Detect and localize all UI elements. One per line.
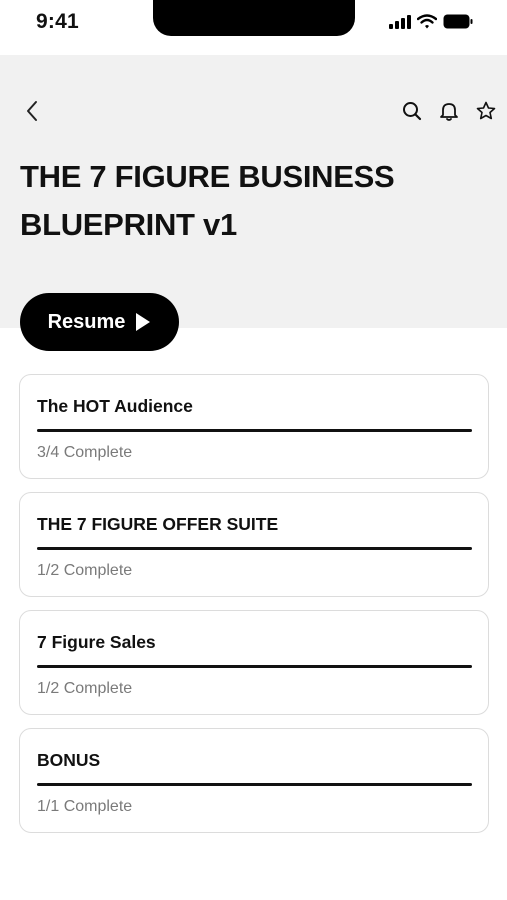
module-card[interactable]: 7 Figure Sales 1/2 Complete <box>19 610 489 715</box>
status-icons <box>389 14 473 34</box>
course-title: THE 7 FIGURE BUSINESS BLUEPRINT v1 <box>20 159 395 242</box>
course-header: THE 7 FIGURE BUSINESS BLUEPRINT v1 <box>0 55 507 328</box>
play-icon <box>136 313 151 331</box>
module-progress-bar <box>37 429 472 432</box>
module-progress-fill <box>37 665 472 668</box>
search-button[interactable] <box>396 99 427 123</box>
module-title: BONUS <box>37 750 101 770</box>
resume-button[interactable]: Resume <box>20 293 179 351</box>
module-card[interactable]: THE 7 FIGURE OFFER SUITE 1/2 Complete <box>19 492 489 597</box>
module-card[interactable]: BONUS 1/1 Complete <box>19 728 489 833</box>
resume-label: Resume <box>47 310 126 333</box>
course-screen: 9:41 THE 7 FIGURE BUSINESS BLUEPRINT v1 … <box>0 0 507 900</box>
favorite-button[interactable] <box>470 99 501 123</box>
module-status: 3/4 Complete <box>37 444 133 461</box>
bell-icon <box>439 102 458 121</box>
chevron-left-icon <box>27 101 37 121</box>
module-status: 1/2 Complete <box>37 680 133 697</box>
notifications-button[interactable] <box>433 99 464 123</box>
device-notch <box>153 0 355 36</box>
signal-icon <box>389 14 411 34</box>
module-title: The HOT Audience <box>37 396 193 416</box>
battery-icon <box>443 14 473 34</box>
module-title: 7 Figure Sales <box>37 632 156 652</box>
back-button[interactable] <box>20 99 44 123</box>
module-progress-fill <box>37 429 472 432</box>
module-status: 1/1 Complete <box>37 798 133 815</box>
status-bar: 9:41 <box>0 0 507 55</box>
module-progress-fill <box>37 783 472 786</box>
wifi-icon <box>416 14 438 34</box>
module-title: THE 7 FIGURE OFFER SUITE <box>37 514 279 534</box>
star-icon <box>476 101 495 120</box>
module-progress-bar <box>37 783 472 786</box>
search-icon <box>402 102 421 121</box>
status-time: 9:41 <box>36 10 79 33</box>
module-card[interactable]: The HOT Audience 3/4 Complete <box>19 374 489 479</box>
module-status: 1/2 Complete <box>37 562 133 579</box>
module-list: The HOT Audience 3/4 Complete THE 7 FIGU… <box>19 374 489 846</box>
module-progress-bar <box>37 665 472 668</box>
module-progress-bar <box>37 547 472 550</box>
module-progress-fill <box>37 547 472 550</box>
header-actions <box>396 99 501 123</box>
